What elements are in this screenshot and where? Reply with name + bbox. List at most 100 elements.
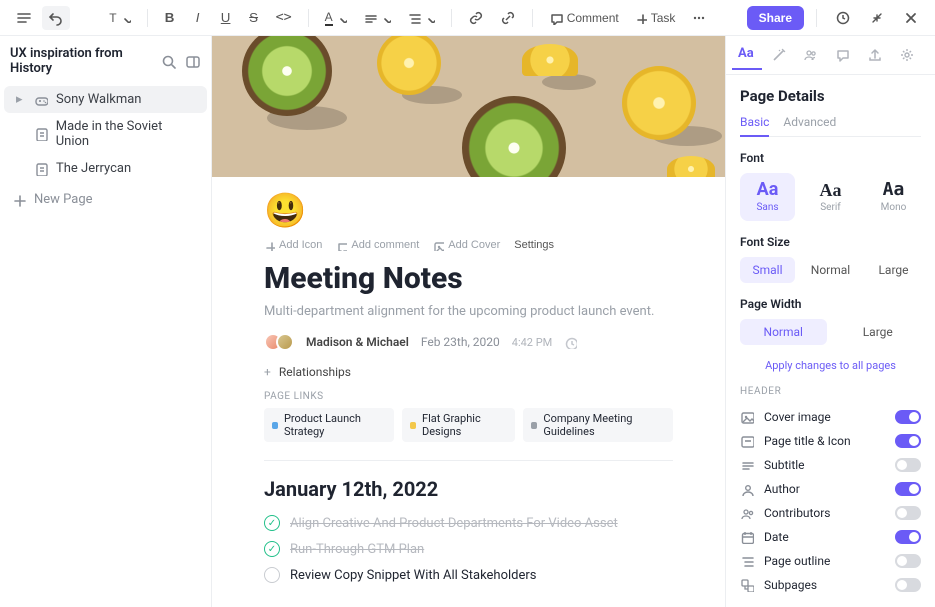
header-section-label: HEADER — [740, 386, 921, 397]
bold-button[interactable]: B — [158, 6, 182, 30]
sidebar-item[interactable]: ▸Sony Walkman — [4, 86, 207, 113]
close-button[interactable] — [897, 6, 925, 30]
subtab-basic[interactable]: Basic — [740, 115, 769, 137]
toggle-switch[interactable] — [895, 482, 921, 496]
panel-tab-export[interactable] — [860, 40, 890, 70]
date-text: Feb 23th, 2020 — [421, 335, 500, 349]
chip-dot — [531, 422, 537, 429]
sidebar-item[interactable]: Made in the Soviet Union — [4, 113, 207, 155]
todo-item[interactable]: ✓Align Creative And Product Departments … — [264, 515, 673, 531]
todo-text: Run-Through GTM Plan — [290, 542, 424, 557]
link-button[interactable] — [462, 6, 490, 30]
sidebar-search-icon[interactable] — [159, 52, 177, 70]
add-icon-button[interactable]: Add Icon — [264, 239, 322, 251]
header-option-row: Subpages — [740, 573, 921, 597]
settings-button[interactable]: Settings — [514, 239, 554, 251]
header-option-row: Author — [740, 477, 921, 501]
checkbox-icon[interactable] — [264, 567, 280, 583]
row-icon — [740, 434, 756, 448]
sidebar-panel-icon[interactable] — [183, 52, 201, 70]
history-button[interactable] — [829, 6, 857, 30]
panel-tab-style[interactable] — [764, 40, 794, 70]
sidebar-item-label: The Jerrycan — [56, 161, 131, 176]
text-color-button[interactable]: A — [319, 6, 353, 30]
row-icon — [740, 530, 756, 544]
page-link-chip[interactable]: Company Meeting Guidelines — [523, 408, 673, 442]
panel-title: Page Details — [740, 87, 921, 105]
page-emoji[interactable]: 😃 — [264, 191, 673, 231]
font-size-option[interactable]: Large — [866, 257, 921, 283]
chip-label: Company Meeting Guidelines — [543, 412, 665, 438]
page-title[interactable]: Meeting Notes — [264, 261, 673, 296]
panel-tab-text[interactable] — [732, 40, 762, 70]
checkbox-icon[interactable]: ✓ — [264, 515, 280, 531]
page-list: ▸Sony Walkman Made in the Soviet Union The… — [0, 82, 211, 186]
unlink-button[interactable] — [494, 6, 522, 30]
toggle-switch[interactable] — [895, 434, 921, 448]
toggle-switch[interactable] — [895, 458, 921, 472]
chip-label: Product Launch Strategy — [284, 412, 386, 438]
page-width-option[interactable]: Large — [835, 319, 922, 345]
code-button[interactable]: <> — [270, 6, 298, 30]
share-button[interactable]: Share — [747, 6, 804, 30]
clock-icon — [564, 336, 577, 349]
time-text: 4:42 PM — [512, 336, 552, 349]
relationships-row[interactable]: +Relationships — [264, 365, 673, 379]
list-button[interactable] — [401, 6, 441, 30]
underline-button[interactable]: U — [214, 6, 238, 30]
subtab-advanced[interactable]: Advanced — [783, 115, 836, 136]
add-comment-button[interactable]: Add comment — [336, 239, 419, 251]
sidebar-item-label: Sony Walkman — [56, 92, 141, 107]
collapse-button[interactable] — [863, 6, 891, 30]
toggle-switch[interactable] — [895, 554, 921, 568]
comment-button[interactable]: Comment — [543, 6, 625, 30]
todo-item[interactable]: ✓ Run-Through GTM Plan — [264, 541, 673, 557]
row-icon — [740, 554, 756, 568]
todo-text: Review Copy Snippet With All Stakeholder… — [290, 568, 537, 583]
font-option-serif[interactable]: AaSerif — [803, 173, 858, 221]
strike-button[interactable]: S — [242, 6, 266, 30]
font-option-sans[interactable]: AaSans — [740, 173, 795, 221]
cover-image[interactable] — [212, 36, 725, 177]
page-meta: Madison & Michael Feb 23th, 2020 4:42 PM — [264, 333, 673, 351]
new-page-button[interactable]: New Page — [0, 186, 211, 213]
add-cover-button[interactable]: Add Cover — [433, 239, 500, 251]
toggle-switch[interactable] — [895, 578, 921, 592]
divider — [264, 460, 673, 461]
page-width-option[interactable]: Normal — [740, 319, 827, 345]
panel-tab-people[interactable] — [796, 40, 826, 70]
avatar — [276, 333, 294, 351]
authors-text: Madison & Michael — [306, 335, 409, 349]
align-button[interactable] — [357, 6, 397, 30]
chip-label: Flat Graphic Designs — [422, 412, 507, 438]
toggle-switch[interactable] — [895, 410, 921, 424]
header-option-row: Page title & Icon — [740, 429, 921, 453]
page-subtitle[interactable]: Multi-department alignment for the upcom… — [264, 304, 673, 319]
menu-button[interactable] — [10, 6, 38, 30]
chip-dot — [272, 422, 278, 429]
font-size-option[interactable]: Normal — [803, 257, 858, 283]
italic-button[interactable]: I — [186, 6, 210, 30]
toggle-switch[interactable] — [895, 530, 921, 544]
checkbox-icon[interactable]: ✓ — [264, 541, 280, 557]
left-sidebar: UX inspiration from History ▸Sony Walkma… — [0, 36, 212, 607]
font-size-option[interactable]: Small — [740, 257, 795, 283]
task-button[interactable]: Task — [629, 6, 682, 30]
font-option-mono[interactable]: AaMono — [866, 173, 921, 221]
toggle-switch[interactable] — [895, 506, 921, 520]
header-option-row: Page outline — [740, 549, 921, 573]
apply-all-link[interactable]: Apply changes to all pages — [740, 359, 921, 372]
sidebar-item-label: Made in the Soviet Union — [56, 119, 195, 149]
todo-item[interactable]: Review Copy Snippet With All Stakeholder… — [264, 567, 673, 583]
text-style-button[interactable]: T — [103, 6, 136, 30]
sidebar-item[interactable]: The Jerrycan — [4, 155, 207, 182]
undo-button[interactable] — [42, 6, 70, 30]
page-link-chip[interactable]: Product Launch Strategy — [264, 408, 394, 442]
more-button[interactable] — [685, 6, 713, 30]
section-heading[interactable]: January 12th, 2022 — [264, 477, 673, 501]
panel-tab-comments[interactable] — [828, 40, 858, 70]
author-avatars[interactable] — [264, 333, 294, 351]
panel-tab-settings[interactable] — [892, 40, 922, 70]
page-link-chip[interactable]: Flat Graphic Designs — [402, 408, 515, 442]
page-icon — [34, 93, 48, 107]
